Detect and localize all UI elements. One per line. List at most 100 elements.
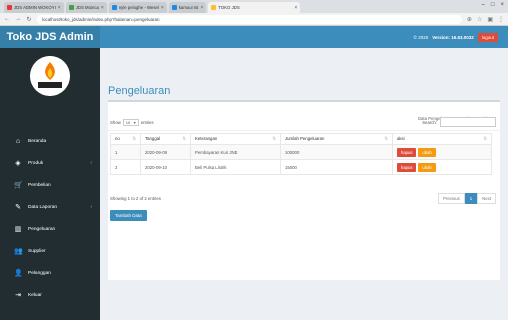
browser-tab-bar: JDS ADMIN WOKOYI × JDS Moinca × nyle pelog… xyxy=(0,0,508,13)
sidebar-item-pelanggan[interactable]: 👤 Pelanggan xyxy=(0,262,100,284)
maximize-icon[interactable]: □ xyxy=(491,2,495,8)
edit-button[interactable]: ubah xyxy=(418,162,436,172)
cell-no: 2 xyxy=(110,159,141,175)
pagination-page-1[interactable]: 1 xyxy=(464,193,478,204)
browser-tab[interactable]: JDS ADMIN WOKOYI × xyxy=(4,2,64,13)
edit-icon: ✎ xyxy=(15,204,21,211)
back-icon[interactable]: ← xyxy=(4,16,10,22)
column-header-tanggal[interactable]: Tanggal ⇅ xyxy=(140,133,191,145)
page-length-control: Show 10 ▾ entries xyxy=(110,119,154,126)
user-icon: 👤 xyxy=(14,270,23,277)
sidebar-item-produk[interactable]: ◈ Produk ‹ xyxy=(0,152,100,174)
tab-favicon-icon xyxy=(211,5,217,10)
table-info: Showing 1 to 2 of 2 entries xyxy=(110,196,161,201)
sidebar-menu: ⌂ Beranda ◈ Produk ‹ 🛒 Pembelian ✎ Data Lapor… xyxy=(0,130,100,306)
cell-tanggal: 2020-09-10 xyxy=(140,159,191,175)
page-title: Pengeluaran xyxy=(108,85,171,97)
pengeluaran-table: no ⇅ Tanggal ⇅ Keterangan ⇅ Jumlah Pengelua… xyxy=(110,133,492,175)
cell-aksi: hapus ubah xyxy=(392,159,492,175)
copyright-text: © 2020 xyxy=(413,34,429,40)
sidebar: ⌂ Beranda ◈ Produk ‹ 🛒 Pembelian ✎ Data Lapor… xyxy=(0,48,100,320)
close-tab-icon[interactable]: × xyxy=(161,5,164,11)
sort-icon: ⇅ xyxy=(483,136,487,141)
close-window-icon[interactable]: × xyxy=(500,2,504,8)
delete-button[interactable]: hapus xyxy=(397,162,417,172)
sidebar-item-beranda[interactable]: ⌂ Beranda xyxy=(0,130,100,152)
window-controls: – □ × xyxy=(482,2,504,8)
sort-icon: ⇅ xyxy=(132,136,136,141)
cell-aksi: hapus ubah xyxy=(392,144,492,160)
sidebar-item-pengeluaran[interactable]: ▥ Pengeluaran xyxy=(0,218,100,240)
tab-favicon-icon xyxy=(7,5,12,10)
sidebar-item-pembelian[interactable]: 🛒 Pembelian xyxy=(0,174,100,196)
cell-jumlah: 100000 xyxy=(280,144,393,160)
cell-tanggal: 2020-09-09 xyxy=(140,144,191,160)
chevron-left-icon: ‹ xyxy=(90,204,92,210)
column-header-aksi[interactable]: aksi ⇅ xyxy=(392,133,492,145)
app-logo[interactable]: Toko JDS Admin xyxy=(0,26,100,48)
cell-keterangan: Beli Pulsa Listrik xyxy=(190,159,281,175)
sort-icon: ⇅ xyxy=(384,136,388,141)
flame-logo-icon xyxy=(30,56,70,96)
main-content: Pengeluaran Data Pengeluaran Joss Ghewe … xyxy=(100,48,508,320)
minimize-icon[interactable]: – xyxy=(482,2,485,8)
top-navbar: © 2020 Version: 16.63.0032 logout xyxy=(100,26,508,48)
table-header-row: no ⇅ Tanggal ⇅ Keterangan ⇅ Jumlah Pengelua… xyxy=(110,133,492,145)
version-text: Version: 16.63.0032 xyxy=(432,34,474,40)
reload-icon[interactable]: ↻ xyxy=(26,16,32,23)
bookmark-star-icon[interactable]: ☆ xyxy=(477,16,482,23)
close-tab-icon[interactable]: × xyxy=(294,5,297,11)
add-data-button[interactable]: Tambah Data xyxy=(110,210,147,221)
browser-address-bar: ← → ↻ ⓘ localhost/toko_jds/admin/index.p… xyxy=(0,13,508,168)
extension-icon[interactable]: ▣ xyxy=(487,16,493,23)
url-input[interactable]: ⓘ localhost/toko_jds/admin/index.php?hal… xyxy=(10,14,462,168)
sidebar-item-supplier[interactable]: 👥 Supplier xyxy=(0,240,100,262)
divider xyxy=(108,130,500,131)
browser-tab[interactable]: kamoui Ist × xyxy=(168,2,207,13)
bar-chart-icon: ▥ xyxy=(14,226,22,233)
search-input[interactable] xyxy=(440,117,496,127)
zoom-icon[interactable]: ⊕ xyxy=(467,16,472,23)
close-tab-icon[interactable]: × xyxy=(200,5,203,11)
close-tab-icon[interactable]: × xyxy=(101,5,104,11)
column-header-keterangan[interactable]: Keterangan ⇅ xyxy=(190,133,281,145)
browser-tab-active[interactable]: TOKO JDS × xyxy=(208,2,301,13)
cell-jumlah: 15000 xyxy=(280,159,393,175)
users-icon: 👥 xyxy=(14,248,23,255)
cell-keterangan: Pembayaran Kuir JNE xyxy=(190,144,281,160)
product-icon: ◈ xyxy=(15,160,21,167)
tab-favicon-icon xyxy=(171,5,177,10)
sidebar-item-data-laporan[interactable]: ✎ Data Laporan ‹ xyxy=(0,196,100,218)
data-box: Data Pengeluaran Joss Ghewe Sablon xyxy=(108,100,500,280)
browser-tab[interactable]: JDS Moinca × xyxy=(65,2,107,13)
tab-favicon-icon xyxy=(68,5,74,10)
table-search: Search: xyxy=(422,117,496,127)
logout-button[interactable]: logout xyxy=(477,32,498,42)
logout-icon: ⇥ xyxy=(15,292,21,299)
brand-logo xyxy=(30,56,70,96)
chevron-left-icon: ‹ xyxy=(90,160,92,166)
entries-select[interactable]: 10 ▾ xyxy=(122,119,139,126)
browser-tab[interactable]: nyle peloghe - Wesel × xyxy=(108,2,167,13)
forward-icon[interactable]: → xyxy=(15,16,21,22)
chevron-down-icon: ▾ xyxy=(133,120,136,125)
table-row: 1 2020-09-09 Pembayaran Kuir JNE 100000 … xyxy=(110,144,492,160)
menu-dots-icon[interactable]: ⋮ xyxy=(498,16,504,23)
cart-icon: 🛒 xyxy=(14,182,23,189)
edit-button[interactable]: ubah xyxy=(418,147,436,157)
pagination-previous[interactable]: Previous xyxy=(438,193,465,204)
cell-no: 1 xyxy=(110,144,141,160)
sort-icon: ⇅ xyxy=(182,136,186,141)
browser-extensions: ⊕ ☆ ▣ ⋮ xyxy=(467,16,504,23)
tab-favicon-icon xyxy=(111,5,117,10)
dashboard-icon: ⌂ xyxy=(15,137,21,145)
pagination: Previous 1 Next xyxy=(438,193,496,204)
close-tab-icon[interactable]: × xyxy=(58,5,61,11)
column-header-no[interactable]: no ⇅ xyxy=(110,133,141,145)
table-row: 2 2020-09-10 Beli Pulsa Listrik 15000 ha… xyxy=(110,159,492,175)
sidebar-item-keluar[interactable]: ⇥ Keluar xyxy=(0,284,100,306)
delete-button[interactable]: hapus xyxy=(397,147,417,157)
pagination-next[interactable]: Next xyxy=(477,193,496,204)
column-header-jumlah[interactable]: Jumlah Pengeluaran ⇅ xyxy=(280,133,393,145)
sort-icon: ⇅ xyxy=(272,136,276,141)
